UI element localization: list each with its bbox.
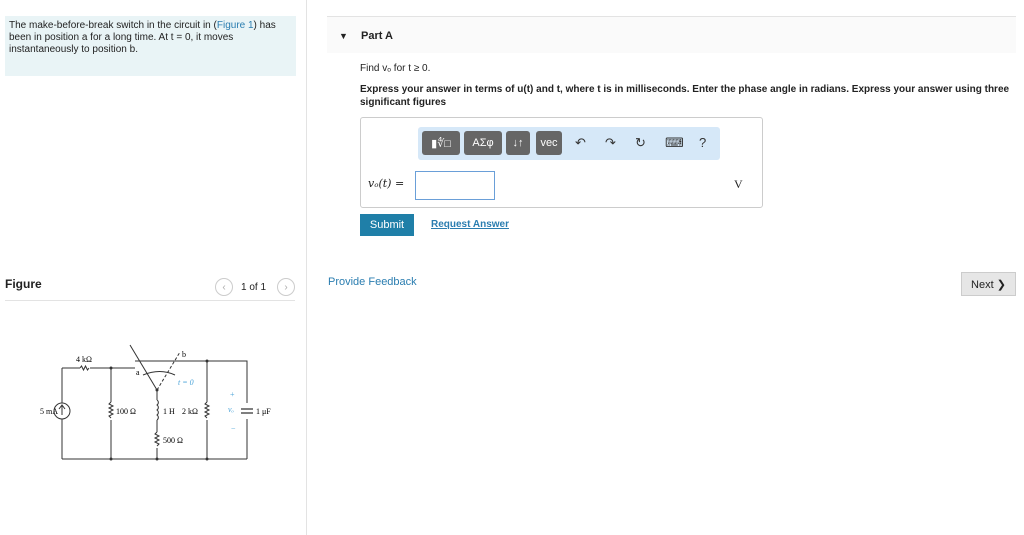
templates-button[interactable]: ▮∜□ (422, 131, 460, 155)
part-title: Part A (361, 30, 393, 42)
node-a-label: a (136, 368, 140, 377)
submit-button[interactable]: Submit (360, 214, 414, 236)
next-figure-button[interactable]: › (277, 278, 295, 296)
answer-label: vₒ(t) = (368, 177, 405, 190)
next-button[interactable]: Next ❯ (961, 272, 1016, 296)
answer-input[interactable] (415, 171, 495, 200)
redo-icon[interactable]: ↷ (605, 135, 616, 151)
inductor-label: 1 H (163, 407, 175, 416)
provide-feedback-link[interactable]: Provide Feedback (328, 276, 417, 288)
figure-link[interactable]: Figure 1 (217, 20, 254, 31)
math-toolbar: ▮∜□ ΑΣφ ↓↑ vec ↶ ↷ ↻ ⌨ ? (418, 127, 720, 160)
vec-button[interactable]: vec (536, 131, 562, 155)
plus-label: + (230, 390, 235, 399)
figure-divider (5, 300, 295, 301)
part-header[interactable] (327, 16, 1016, 53)
keyboard-icon[interactable]: ⌨ (665, 135, 684, 151)
figure-pager: 1 of 1 (241, 282, 267, 293)
circuit-diagram: 5 mA 4 kΩ 100 Ω 1 H 2 kΩ 500 Ω 1 μF a b … (40, 344, 271, 461)
undo-icon[interactable]: ↶ (575, 135, 586, 151)
r1-label: 4 kΩ (76, 355, 92, 364)
vo-label: vₒ (228, 405, 235, 414)
r4-label: 500 Ω (163, 436, 183, 445)
problem-statement: The make-before-break switch in the circ… (5, 16, 296, 76)
instructions: Express your answer in terms of u(t) and… (360, 84, 1010, 108)
figure-label: Figure (5, 277, 42, 291)
minus-label: − (231, 424, 236, 433)
r2-label: 100 Ω (116, 407, 136, 416)
reset-icon[interactable]: ↻ (635, 135, 646, 151)
prev-figure-button[interactable]: ‹ (215, 278, 233, 296)
r3-label: 2 kΩ (182, 407, 198, 416)
collapse-triangle-icon[interactable]: ▼ (339, 31, 348, 41)
switch-time-label: t = 0 (178, 378, 194, 387)
greek-button[interactable]: ΑΣφ (464, 131, 502, 155)
find-prompt: Find vₒ for t ≥ 0. (360, 63, 431, 74)
cap-label: 1 μF (256, 407, 271, 416)
help-icon[interactable]: ? (699, 135, 706, 150)
unit-label: V (734, 177, 743, 191)
source-label: 5 mA (40, 407, 58, 416)
arrows-button[interactable]: ↓↑ (506, 131, 530, 155)
panel-divider (306, 0, 307, 535)
node-b-label: b (182, 350, 186, 359)
request-answer-link[interactable]: Request Answer (431, 219, 509, 230)
